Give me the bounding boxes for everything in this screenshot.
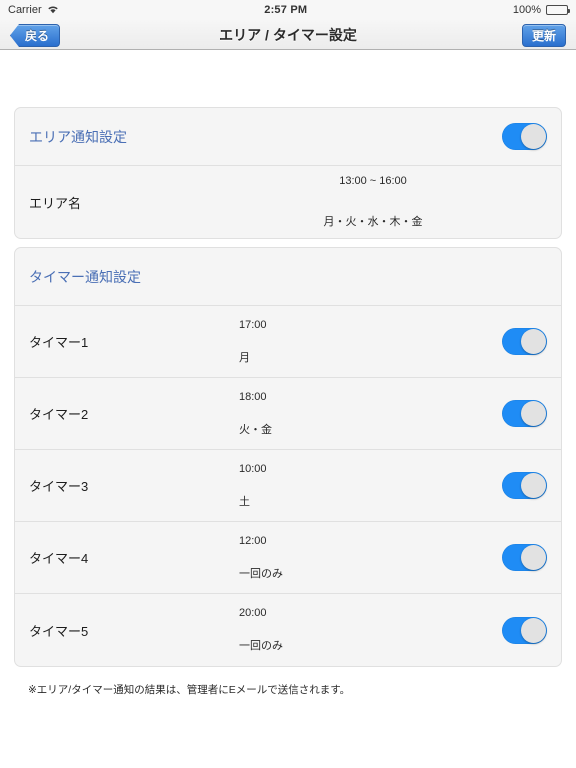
area-name-row[interactable]: エリア名 13:00 ~ 16:00 月・火・水・木・金 bbox=[15, 166, 561, 238]
timer-time-value: 17:00 bbox=[239, 318, 267, 331]
area-days-value: 月・火・水・木・金 bbox=[323, 216, 423, 228]
timer-time-value: 12:00 bbox=[239, 534, 267, 547]
timer-values: 20:00 一回のみ bbox=[239, 607, 502, 653]
timer-label: タイマー1 bbox=[29, 335, 89, 350]
timer-days-value: 月 bbox=[239, 351, 250, 364]
area-name-values: 13:00 ~ 16:00 月・火・水・木・金 bbox=[239, 175, 547, 229]
timer-time-value: 20:00 bbox=[239, 607, 267, 619]
timer-row[interactable]: タイマー4 12:00 一回のみ bbox=[15, 522, 561, 594]
timer-values: 18:00 火・金 bbox=[239, 391, 502, 437]
timer-time-value: 18:00 bbox=[239, 390, 267, 403]
status-bar: Carrier 2:57 PM 100% bbox=[0, 0, 576, 20]
timer-notification-card: タイマー通知設定 タイマー1 17:00 月 タイマー2 18:00 火・金 タ… bbox=[14, 247, 562, 667]
timer-row[interactable]: タイマー2 18:00 火・金 bbox=[15, 378, 561, 450]
timer-days-value: 一回のみ bbox=[239, 640, 283, 652]
back-button-label: 戻る bbox=[25, 29, 50, 43]
wifi-icon bbox=[47, 4, 59, 17]
timer-toggle[interactable] bbox=[502, 472, 547, 499]
timer-row[interactable]: タイマー1 17:00 月 bbox=[15, 306, 561, 378]
timer-time-value: 10:00 bbox=[239, 462, 267, 475]
area-notification-title: エリア通知設定 bbox=[29, 128, 127, 145]
timer-label: タイマー2 bbox=[29, 407, 89, 422]
footer-note: ※エリア/タイマー通知の結果は、管理者にEメールで送信されます。 bbox=[28, 684, 351, 696]
carrier-label: Carrier bbox=[8, 4, 42, 16]
timer-label: タイマー4 bbox=[29, 551, 89, 566]
area-time-value: 13:00 ~ 16:00 bbox=[339, 175, 407, 187]
navigation-bar: 戻る エリア / タイマー設定 更新 bbox=[0, 20, 576, 50]
settings-content: エリア通知設定 エリア名 13:00 ~ 16:00 月・火・水・木・金 タイマ… bbox=[0, 50, 576, 698]
timer-days-value: 一回のみ bbox=[239, 567, 283, 580]
timer-toggle[interactable] bbox=[502, 400, 547, 427]
status-bar-right: 100% bbox=[512, 4, 570, 16]
timer-label: タイマー5 bbox=[29, 623, 89, 639]
timer-values: 17:00 月 bbox=[239, 319, 502, 365]
timer-toggle[interactable] bbox=[502, 328, 547, 355]
update-button[interactable]: 更新 bbox=[521, 24, 566, 47]
page-title: エリア / タイマー設定 bbox=[219, 26, 357, 43]
timer-label: タイマー3 bbox=[29, 479, 89, 494]
battery-full-icon bbox=[546, 5, 570, 15]
toggle-knob bbox=[521, 124, 546, 149]
timer-row[interactable]: タイマー5 20:00 一回のみ bbox=[15, 594, 561, 666]
timer-toggle[interactable] bbox=[502, 544, 547, 571]
update-button-label: 更新 bbox=[531, 29, 556, 43]
area-notification-header[interactable]: エリア通知設定 bbox=[15, 108, 561, 166]
timer-notification-title: タイマー通知設定 bbox=[29, 268, 141, 285]
toggle-knob bbox=[521, 617, 546, 643]
timer-row[interactable]: タイマー3 10:00 土 bbox=[15, 450, 561, 522]
battery-percent-label: 100% bbox=[512, 4, 541, 16]
back-button[interactable]: 戻る bbox=[10, 24, 61, 47]
timer-days-value: 土 bbox=[239, 495, 250, 508]
timer-toggle[interactable] bbox=[502, 616, 547, 644]
area-notification-toggle[interactable] bbox=[502, 123, 547, 150]
status-bar-clock: 2:57 PM bbox=[264, 4, 308, 16]
toggle-knob bbox=[521, 545, 546, 570]
timer-values: 10:00 土 bbox=[239, 463, 502, 509]
timer-values: 12:00 一回のみ bbox=[239, 535, 502, 581]
status-bar-left: Carrier bbox=[8, 4, 59, 17]
timer-notification-header: タイマー通知設定 bbox=[15, 248, 561, 306]
toggle-knob bbox=[521, 401, 546, 426]
area-name-label: エリア名 bbox=[29, 195, 82, 211]
toggle-knob bbox=[521, 473, 546, 498]
area-notification-card: エリア通知設定 エリア名 13:00 ~ 16:00 月・火・水・木・金 bbox=[14, 107, 562, 239]
timer-days-value: 火・金 bbox=[239, 423, 272, 436]
toggle-knob bbox=[521, 329, 546, 354]
